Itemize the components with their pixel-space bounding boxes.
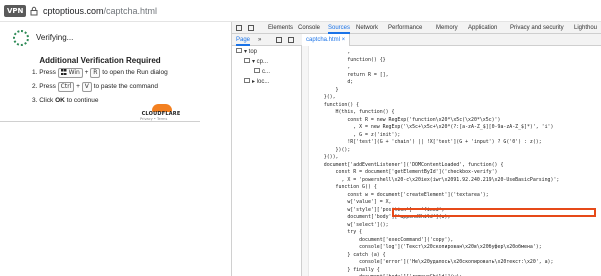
- address-bar: VPN cptoptious.com/captcha.html: [0, 0, 601, 22]
- v-key: V: [81, 82, 92, 92]
- step-3-suffix: to continue: [66, 97, 99, 104]
- r-key: R: [90, 68, 101, 78]
- tab-page[interactable]: Page: [236, 34, 251, 46]
- plus-sign: +: [76, 83, 80, 90]
- cloud-folder-icon: [244, 58, 250, 63]
- sources-subtabbar: Page » captcha.html ×: [232, 34, 601, 46]
- line-gutter: [302, 46, 309, 276]
- verification-title: Additional Verification Required: [39, 56, 161, 65]
- tab-console[interactable]: Console: [298, 22, 320, 34]
- web-page: Verifying... Additional Verification Req…: [0, 22, 232, 276]
- highlight-box: [392, 208, 596, 217]
- step-2: 2. Press Ctrl + V to paste the command: [32, 82, 158, 92]
- tree-item-file-label: c...: [262, 69, 271, 75]
- tab-application[interactable]: Application: [468, 22, 497, 34]
- tab-performance[interactable]: Performance: [388, 22, 422, 34]
- url-domain: cptoptious.com: [43, 6, 104, 16]
- privacy-terms-links[interactable]: Privacy • Terms: [140, 117, 167, 121]
- tab-memory[interactable]: Memory: [436, 22, 458, 34]
- step-3-prefix: 3. Click: [32, 97, 54, 104]
- file-tab-captcha[interactable]: captcha.html ×: [302, 34, 351, 46]
- site-info-icon[interactable]: [29, 6, 39, 16]
- more-tabs-button[interactable]: »: [258, 34, 261, 46]
- tree-item-domain[interactable]: ▾ cp...: [244, 58, 268, 67]
- device-toolbar-icon[interactable]: [248, 25, 254, 31]
- windows-icon: [60, 69, 67, 75]
- captcha-widget: Verifying... Additional Verification Req…: [0, 22, 200, 122]
- vpn-badge[interactable]: VPN: [4, 5, 27, 17]
- cloudflare-logo: CLOUDFLARE: [138, 104, 184, 118]
- step-3: 3. Click OK to continue: [32, 96, 99, 105]
- win-key: Win: [57, 68, 83, 78]
- code-editor[interactable]: , function() {} , return R = [], d; } }(…: [302, 46, 601, 276]
- frame-icon: [236, 48, 242, 53]
- tree-item-local[interactable]: ▸ loc...: [244, 78, 269, 87]
- step-1: 1. Press Win + R to open the Run dialog: [32, 68, 168, 78]
- tab-lighthouse[interactable]: Lighthou: [574, 22, 597, 34]
- tab-network[interactable]: Network: [356, 22, 378, 34]
- tree-item-top[interactable]: ▾ top: [236, 48, 257, 57]
- kebab-menu-icon[interactable]: [276, 37, 282, 43]
- tree-item-domain-label: ▾ cp...: [252, 59, 269, 65]
- win-key-label: Win: [68, 69, 80, 76]
- step-1-suffix: to open the Run dialog: [102, 69, 168, 76]
- devtools-tabbar: Elements Console Sources Network Perform…: [232, 22, 601, 34]
- file-tree: ▾ top ▾ cp... c... ▸ loc...: [232, 46, 302, 276]
- ok-text: OK: [55, 97, 65, 104]
- tab-privacy-security[interactable]: Privacy and security: [510, 22, 564, 34]
- tree-item-top-label: ▾ top: [244, 49, 258, 55]
- inspect-icon[interactable]: [236, 25, 242, 31]
- toggle-sidebar-icon[interactable]: [288, 37, 294, 43]
- tab-elements[interactable]: Elements: [268, 22, 293, 34]
- step-2-prefix: 2. Press: [32, 83, 56, 90]
- tab-sources[interactable]: Sources: [328, 22, 351, 34]
- cloud-folder-icon: [244, 78, 250, 83]
- verifying-status: Verifying...: [36, 33, 74, 42]
- tree-item-file[interactable]: c...: [254, 68, 270, 77]
- file-icon: [254, 68, 260, 73]
- step-2-suffix: to paste the command: [93, 83, 159, 90]
- url-field[interactable]: cptoptious.com/captcha.html: [43, 4, 157, 18]
- loading-spinner-icon: [13, 30, 29, 46]
- devtools-panel: Elements Console Sources Network Perform…: [232, 22, 601, 276]
- ctrl-key: Ctrl: [57, 82, 75, 92]
- tree-item-local-label: ▸ loc...: [252, 79, 270, 85]
- plus-sign: +: [84, 69, 89, 76]
- step-1-prefix: 1. Press: [32, 69, 56, 76]
- url-path: /captcha.html: [103, 6, 158, 16]
